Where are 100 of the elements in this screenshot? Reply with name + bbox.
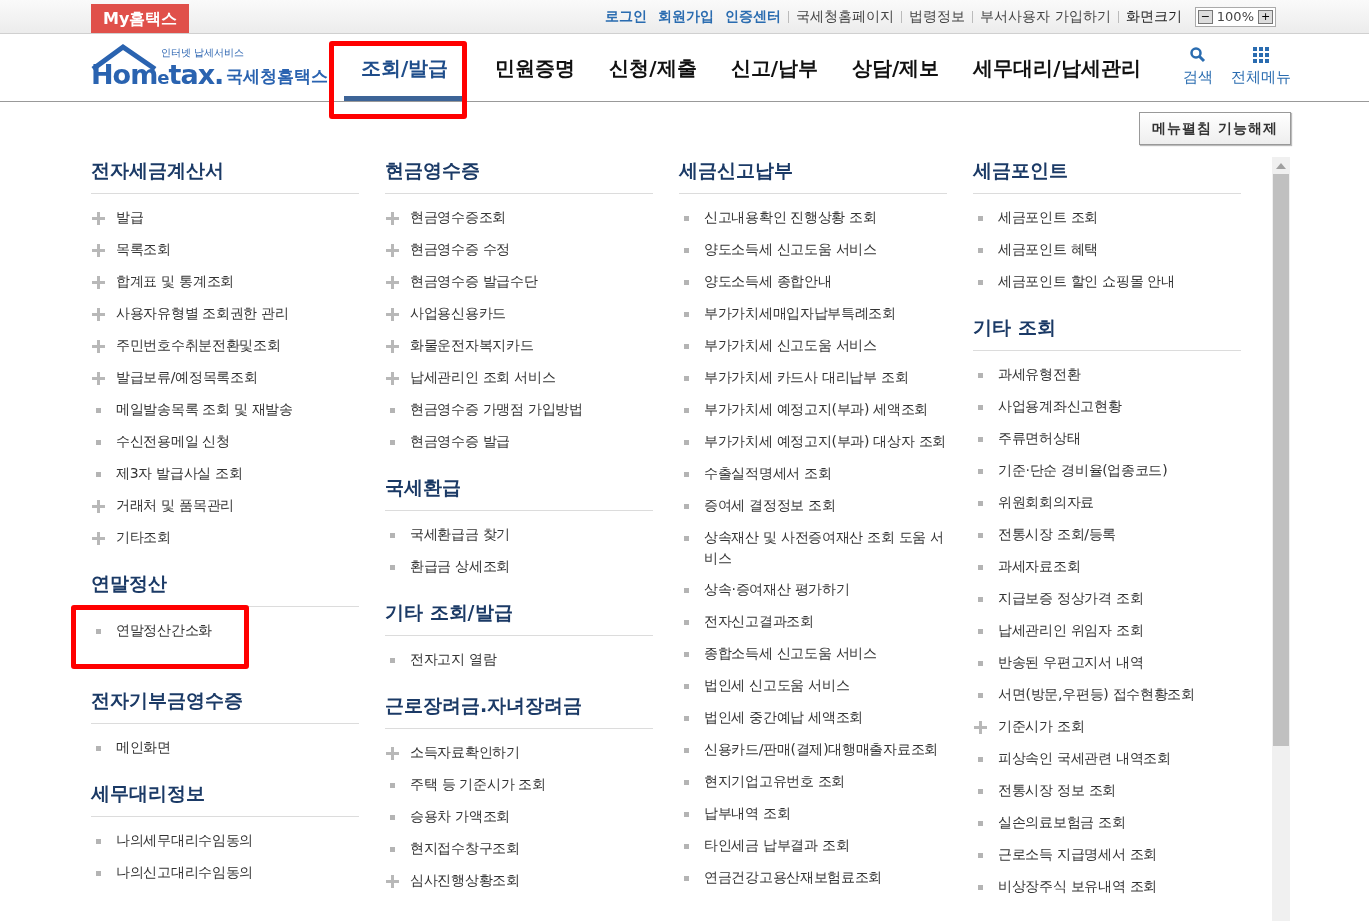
menu-link[interactable]: 화물운전자복지카드 xyxy=(410,335,653,356)
top-link[interactable]: 로그인 xyxy=(605,6,648,27)
menu-link[interactable]: 위원회회의자료 xyxy=(998,492,1241,513)
nav-tab[interactable]: 신고/납부 xyxy=(713,34,835,101)
menu-link[interactable]: 상속·증여재산 평가하기 xyxy=(704,579,947,600)
menu-link[interactable]: 세금포인트 혜택 xyxy=(998,239,1241,260)
menu-link[interactable]: 주민번호수취분전환및조회 xyxy=(116,335,359,356)
menu-link[interactable]: 상속재산 및 사전증여재산 조회 도움 서비스 xyxy=(704,527,947,569)
nav-tab[interactable]: 조회/발급 xyxy=(344,34,466,101)
nav-tab[interactable]: 민원증명 xyxy=(478,34,593,101)
top-link[interactable]: 법령정보 xyxy=(909,6,966,27)
menu-toggle-button[interactable]: 메뉴펼침 기능해제 xyxy=(1139,112,1291,145)
menu-link[interactable]: 연금건강고용산재보험료조회 xyxy=(704,867,947,888)
bullet-icon xyxy=(684,279,689,285)
menu-link[interactable]: 환급금 상세조회 xyxy=(410,556,653,577)
menu-link[interactable]: 사업용계좌신고현황 xyxy=(998,396,1241,417)
menu-link[interactable]: 부가가치세 예정고지(부과) 대상자 조회 xyxy=(704,431,947,452)
menu-link[interactable]: 소득자료확인하기 xyxy=(410,742,653,763)
all-menu-link[interactable]: 전체메뉴 xyxy=(1231,46,1291,89)
menu-link[interactable]: 주택 등 기준시가 조회 xyxy=(410,774,653,795)
top-link[interactable]: 부서사용자 가입하기 xyxy=(980,6,1111,27)
top-link[interactable]: 화면크기 xyxy=(1125,6,1182,27)
menu-link[interactable]: 메일발송목록 조회 및 재발송 xyxy=(116,399,359,420)
nav-tab[interactable]: 신청/제출 xyxy=(592,34,714,101)
menu-link[interactable]: 현금영수증 발급수단 xyxy=(410,271,653,292)
menu-link[interactable]: 기타조회 xyxy=(116,527,359,548)
menu-link[interactable]: 세금포인트 할인 쇼핑몰 안내 xyxy=(998,271,1241,292)
my-hometax-tab[interactable]: My홈택스 xyxy=(91,4,190,33)
menu-link[interactable]: 현금영수증 가맹점 가입방법 xyxy=(410,399,653,420)
menu-link[interactable]: 기준시가 조회 xyxy=(998,716,1241,737)
menu-link[interactable]: 피상속인 국세관련 내역조회 xyxy=(998,748,1241,769)
menu-link[interactable]: 종합소득세 신고도움 서비스 xyxy=(704,643,947,664)
bullet-icon xyxy=(684,439,689,445)
menu-link[interactable]: 증여세 결정정보 조회 xyxy=(704,495,947,516)
plus-icon xyxy=(386,243,399,257)
menu-link[interactable]: 발급 xyxy=(116,207,359,228)
menu-link[interactable]: 지급보증 정상가격 조회 xyxy=(998,588,1241,609)
menu-link[interactable]: 현지기업고유번호 조회 xyxy=(704,771,947,792)
menu-link[interactable]: 법인세 신고도움 서비스 xyxy=(704,675,947,696)
nav-tab[interactable]: 상담/제보 xyxy=(834,34,957,101)
menu-link[interactable]: 메인화면 xyxy=(116,737,359,758)
menu-link[interactable]: 발급보류/예정목록조회 xyxy=(116,367,359,388)
menu-link[interactable]: 전통시장 정보 조회 xyxy=(998,780,1241,801)
top-link[interactable]: 회원가입 xyxy=(658,6,715,27)
menu-link[interactable]: 납세관리인 조회 서비스 xyxy=(410,367,653,388)
menu-link[interactable]: 목록조회 xyxy=(116,239,359,260)
menu-link[interactable]: 전자고지 열람 xyxy=(410,649,653,670)
menu-link[interactable]: 나의신고대리수임동의 xyxy=(116,862,359,883)
top-link[interactable]: 인증센터 xyxy=(725,6,782,27)
search-link[interactable]: 검색 xyxy=(1183,46,1213,89)
menu-link[interactable]: 과세자료조회 xyxy=(998,556,1241,577)
menu-link[interactable]: 양도소득세 종합안내 xyxy=(704,271,947,292)
scroll-thumb[interactable] xyxy=(1273,174,1289,746)
menu-link[interactable]: 수출실적명세서 조회 xyxy=(704,463,947,484)
menu-link[interactable]: 심사진행상황조회 xyxy=(410,870,653,891)
menu-link[interactable]: 합계표 및 통계조회 xyxy=(116,271,359,292)
menu-link[interactable]: 현금영수증 발급 xyxy=(410,431,653,452)
menu-link[interactable]: 법인세 중간예납 세액조회 xyxy=(704,707,947,728)
scrollbar[interactable] xyxy=(1272,157,1290,921)
menu-link[interactable]: 전통시장 조회/등록 xyxy=(998,524,1241,545)
menu-link[interactable]: 현금영수증조회 xyxy=(410,207,653,228)
zoom-out-button[interactable]: − xyxy=(1197,9,1213,24)
section-title: 전자세금계산서 xyxy=(91,158,225,183)
menu-link[interactable]: 나의세무대리수임동의 xyxy=(116,830,359,851)
menu-link[interactable]: 승용차 가액조회 xyxy=(410,806,653,827)
menu-link[interactable]: 기준·단순 경비율(업종코드) xyxy=(998,460,1241,481)
menu-link[interactable]: 부가가치세매입자납부특례조회 xyxy=(704,303,947,324)
menu-link[interactable]: 반송된 우편고지서 내역 xyxy=(998,652,1241,673)
menu-link[interactable]: 전자신고결과조회 xyxy=(704,611,947,632)
plus-icon xyxy=(386,211,399,225)
menu-link[interactable]: 세금포인트 조회 xyxy=(998,207,1241,228)
zoom-in-button[interactable]: + xyxy=(1258,9,1273,24)
menu-link[interactable]: 납부내역 조회 xyxy=(704,803,947,824)
menu-link[interactable]: 현금영수증 수정 xyxy=(410,239,653,260)
top-link[interactable]: 국세청홈페이지 xyxy=(796,6,895,27)
menu-link[interactable]: 현지접수창구조회 xyxy=(410,838,653,859)
menu-link[interactable]: 사업용신용카드 xyxy=(410,303,653,324)
nav-tab[interactable]: 세무대리/납세관리 xyxy=(956,34,1158,101)
menu-link[interactable]: 부가가치세 예정고지(부과) 세액조회 xyxy=(704,399,947,420)
menu-link[interactable]: 부가가치세 카드사 대리납부 조회 xyxy=(704,367,947,388)
menu-link[interactable]: 연말정산간소화 xyxy=(116,620,359,641)
menu-link[interactable]: 주류면허상태 xyxy=(998,428,1241,449)
menu-link[interactable]: 양도소득세 신고도움 서비스 xyxy=(704,239,947,260)
menu-link[interactable]: 서면(방문,우편등) 접수현황조회 xyxy=(998,684,1241,705)
menu-link[interactable]: 제3자 발급사실 조회 xyxy=(116,463,359,484)
bullet-icon xyxy=(684,619,689,625)
menu-link[interactable]: 근로소득 지급명세서 조회 xyxy=(998,844,1241,865)
menu-link[interactable]: 납세관리인 위임자 조회 xyxy=(998,620,1241,641)
menu-link[interactable]: 신용카드/판매(결제)대행매출자료조회 xyxy=(704,739,947,760)
menu-link[interactable]: 사용자유형별 조회권한 관리 xyxy=(116,303,359,324)
menu-link[interactable]: 수신전용메일 신청 xyxy=(116,431,359,452)
menu-link[interactable]: 과세유형전환 xyxy=(998,364,1241,385)
menu-link[interactable]: 거래처 및 품목관리 xyxy=(116,495,359,516)
menu-link[interactable]: 부가가치세 신고도움 서비스 xyxy=(704,335,947,356)
section-title: 현금영수증 xyxy=(385,158,481,183)
menu-link[interactable]: 실손의료보험금 조회 xyxy=(998,812,1241,833)
menu-link[interactable]: 비상장주식 보유내역 조회 xyxy=(998,876,1241,897)
menu-link[interactable]: 타인세금 납부결과 조회 xyxy=(704,835,947,856)
menu-link[interactable]: 국세환급금 찾기 xyxy=(410,524,653,545)
menu-link[interactable]: 신고내용확인 진행상황 조회 xyxy=(704,207,947,228)
